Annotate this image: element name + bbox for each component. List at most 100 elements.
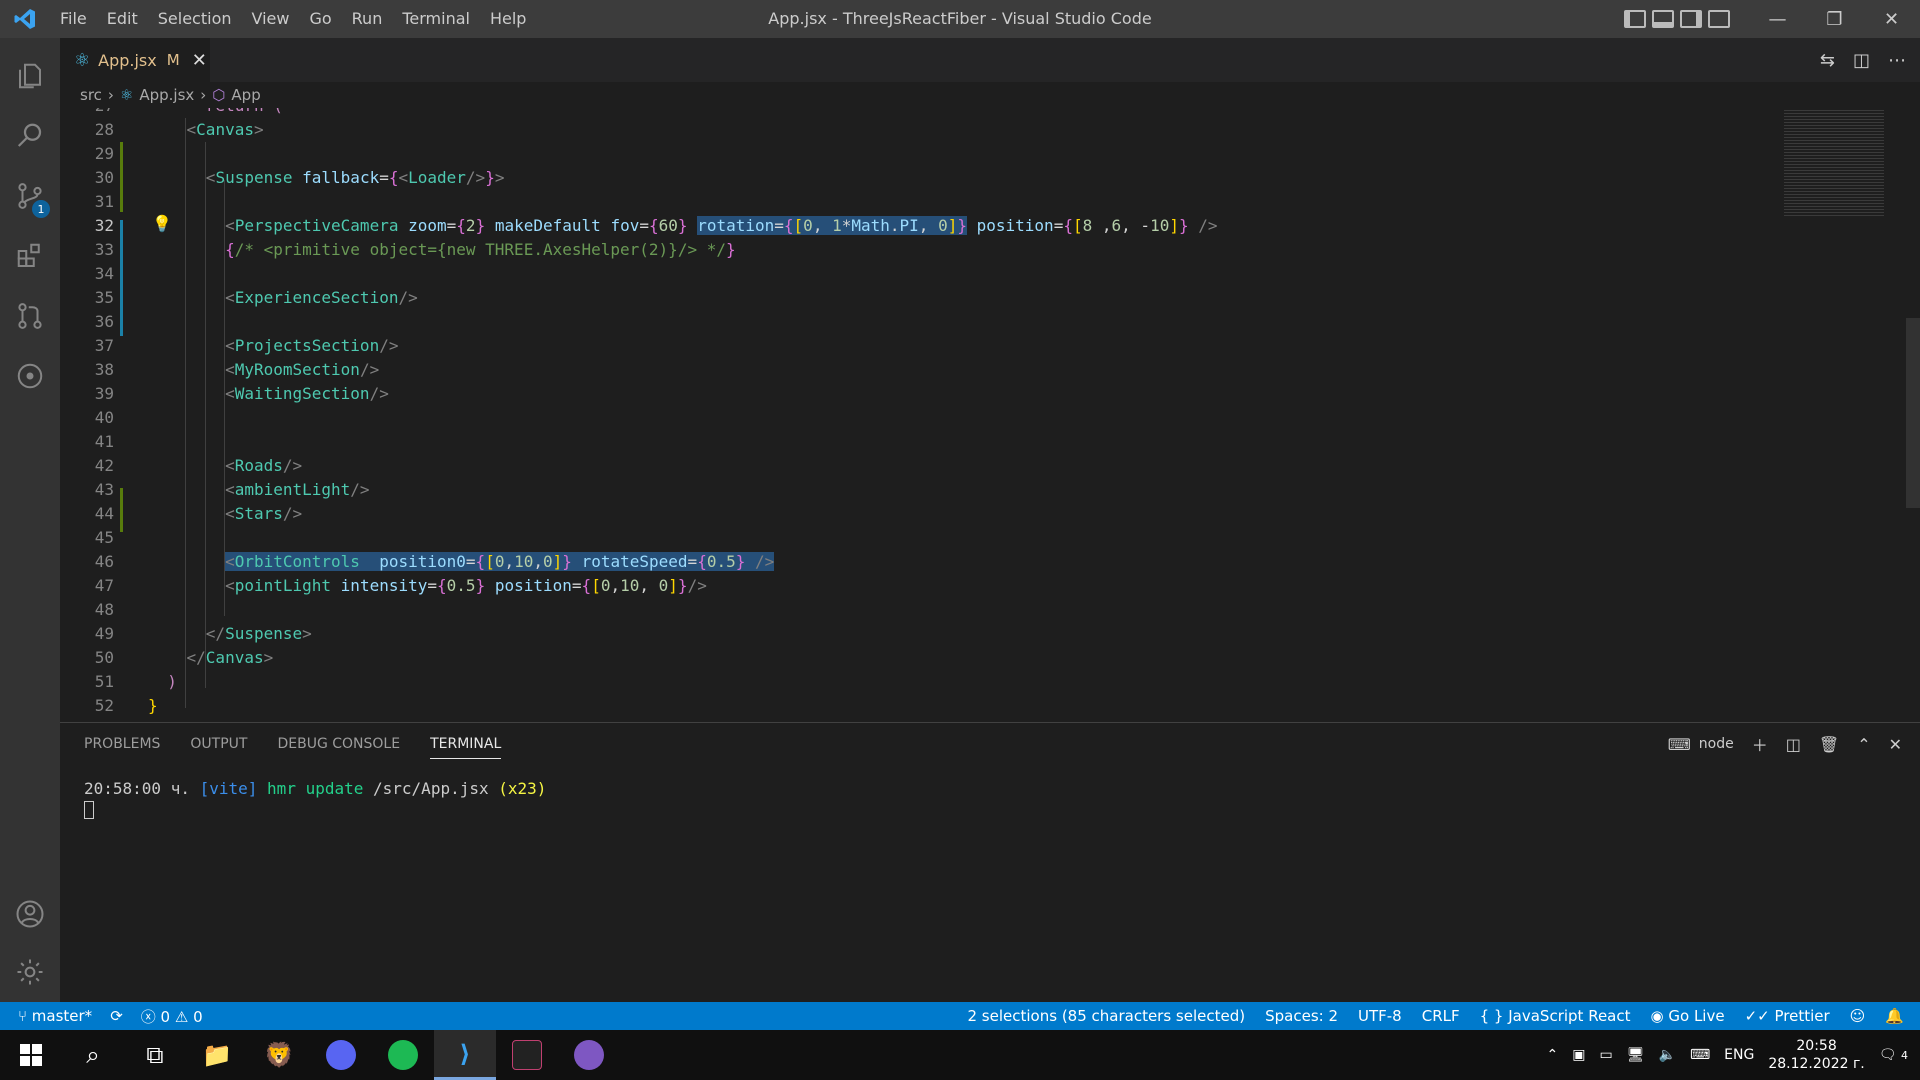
code-line[interactable]: 34: [60, 262, 1760, 286]
code-line[interactable]: 30 <Suspense fallback={<Loader/>}>: [60, 166, 1760, 190]
taskbar-search-icon[interactable]: ⌕: [62, 1030, 124, 1080]
breadcrumb-symbol[interactable]: App: [231, 86, 260, 104]
code-line[interactable]: 40: [60, 406, 1760, 430]
feedback-icon[interactable]: ☺: [1850, 1007, 1866, 1025]
close-panel-icon[interactable]: ✕: [1889, 735, 1902, 754]
battery-icon[interactable]: ▭: [1600, 1047, 1613, 1063]
indentation[interactable]: Spaces: 2: [1265, 1007, 1338, 1025]
sync-icon[interactable]: ⟳: [110, 1007, 123, 1025]
toggle-panel-icon[interactable]: [1652, 10, 1674, 28]
vscode-taskbar-icon[interactable]: ⟩: [434, 1030, 496, 1080]
file-explorer-icon[interactable]: 📁: [186, 1030, 248, 1080]
selection-info[interactable]: 2 selections (85 characters selected): [968, 1007, 1246, 1025]
search-icon[interactable]: [0, 108, 60, 164]
code-line[interactable]: 33 {/* <primitive object={new THREE.Axes…: [60, 238, 1760, 262]
code-line[interactable]: 35 <ExperienceSection/>: [60, 286, 1760, 310]
code-line[interactable]: 31: [60, 190, 1760, 214]
code-line[interactable]: 42 <Roads/>: [60, 454, 1760, 478]
tab-terminal[interactable]: TERMINAL: [430, 736, 502, 759]
menu-item-run[interactable]: Run: [342, 0, 393, 38]
code-line[interactable]: 44 <Stars/>: [60, 502, 1760, 526]
display-icon[interactable]: ▣: [1572, 1047, 1585, 1063]
task-view-icon[interactable]: ⧉: [124, 1030, 186, 1080]
maximize-panel-icon[interactable]: ⌃: [1857, 735, 1870, 754]
code-line[interactable]: 49 </Suspense>: [60, 622, 1760, 646]
notifications-bell-icon[interactable]: 🔔: [1885, 1007, 1904, 1025]
volume-icon[interactable]: 🔈: [1659, 1047, 1676, 1063]
split-terminal-icon[interactable]: ◫: [1786, 735, 1801, 754]
code-line[interactable]: 28 <Canvas>: [60, 118, 1760, 142]
code-line[interactable]: 41: [60, 430, 1760, 454]
customize-layout-icon[interactable]: [1708, 10, 1730, 28]
discord-icon[interactable]: [310, 1030, 372, 1080]
new-terminal-icon[interactable]: ＋: [1752, 732, 1768, 756]
explorer-icon[interactable]: [0, 48, 60, 104]
line-ending[interactable]: CRLF: [1422, 1007, 1460, 1025]
show-hidden-icons-icon[interactable]: ⌃: [1547, 1047, 1559, 1063]
code-line[interactable]: 47 <pointLight intensity={0.5} position=…: [60, 574, 1760, 598]
menu-item-selection[interactable]: Selection: [148, 0, 242, 38]
terminal-app-icon[interactable]: [496, 1030, 558, 1080]
notification-center-icon[interactable]: 🗨 4: [1879, 1047, 1908, 1063]
prettier-button[interactable]: ✓✓ Prettier: [1745, 1007, 1830, 1025]
network-icon[interactable]: 🖥: [1627, 1047, 1645, 1063]
source-control-icon[interactable]: 1: [0, 168, 60, 224]
extensions-icon[interactable]: [0, 228, 60, 284]
code-line[interactable]: 48: [60, 598, 1760, 622]
input-language[interactable]: ENG: [1724, 1047, 1754, 1063]
tab-problems[interactable]: PROBLEMS: [84, 736, 160, 752]
code-line[interactable]: 39 <WaitingSection/>: [60, 382, 1760, 406]
go-live-button[interactable]: ◉ Go Live: [1651, 1007, 1725, 1025]
code-line[interactable]: 32 <PerspectiveCamera zoom={2} makeDefau…: [60, 214, 1760, 238]
restore-button[interactable]: ❐: [1806, 0, 1863, 38]
terminal-output[interactable]: 20:58:00 ч. [vite] hmr update /src/App.j…: [84, 779, 546, 798]
kill-terminal-icon[interactable]: 🗑: [1819, 735, 1839, 754]
tab-app-jsx[interactable]: ⚛ App.jsx M ✕: [60, 38, 210, 82]
code-line[interactable]: 51 ): [60, 670, 1760, 694]
menu-item-file[interactable]: File: [50, 0, 97, 38]
menu-item-help[interactable]: Help: [480, 0, 536, 38]
toggle-primary-sidebar-icon[interactable]: [1624, 10, 1646, 28]
open-changes-icon[interactable]: ⇆: [1820, 50, 1835, 71]
encoding[interactable]: UTF-8: [1358, 1007, 1402, 1025]
code-line[interactable]: 45: [60, 526, 1760, 550]
code-line[interactable]: 27 return (: [60, 108, 1760, 118]
split-editor-icon[interactable]: ◫: [1853, 50, 1870, 71]
code-line[interactable]: 37 <ProjectsSection/>: [60, 334, 1760, 358]
pull-requests-icon[interactable]: [0, 288, 60, 344]
menu-item-terminal[interactable]: Terminal: [392, 0, 480, 38]
keyboard-icon[interactable]: ⌨: [1690, 1047, 1710, 1063]
account-icon[interactable]: [0, 886, 60, 942]
tab-debug-console[interactable]: DEBUG CONSOLE: [277, 736, 400, 752]
tab-output[interactable]: OUTPUT: [190, 736, 247, 752]
code-line[interactable]: 52}: [60, 694, 1760, 718]
code-editor[interactable]: 💡 27 return (28 <Canvas>2930 <Suspense f…: [60, 108, 1920, 722]
code-line[interactable]: 29: [60, 142, 1760, 166]
language-mode[interactable]: { } JavaScript React: [1480, 1007, 1631, 1025]
settings-gear-icon[interactable]: [0, 944, 60, 1000]
minimize-button[interactable]: —: [1749, 0, 1806, 38]
menu-item-edit[interactable]: Edit: [97, 0, 148, 38]
github-desktop-icon[interactable]: [558, 1030, 620, 1080]
code-line[interactable]: 36: [60, 310, 1760, 334]
toggle-secondary-sidebar-icon[interactable]: [1680, 10, 1702, 28]
terminal-name[interactable]: node: [1699, 736, 1734, 752]
code-line[interactable]: 50 </Canvas>: [60, 646, 1760, 670]
breadcrumb-folder[interactable]: src: [80, 86, 102, 104]
remote-explorer-icon[interactable]: [0, 348, 60, 404]
minimap[interactable]: [1780, 108, 1890, 722]
system-clock[interactable]: 20:58 28.12.2022 г.: [1768, 1037, 1864, 1073]
menu-item-go[interactable]: Go: [299, 0, 341, 38]
code-line[interactable]: 38 <MyRoomSection/>: [60, 358, 1760, 382]
spotify-icon[interactable]: [372, 1030, 434, 1080]
close-tab-icon[interactable]: ✕: [192, 50, 207, 71]
menu-item-view[interactable]: View: [242, 0, 300, 38]
close-window-button[interactable]: ✕: [1863, 0, 1920, 38]
scrollbar-thumb[interactable]: [1906, 318, 1920, 508]
problems-indicator[interactable]: ⓧ 0 ⚠ 0: [141, 1006, 203, 1027]
breadcrumb-file[interactable]: App.jsx: [139, 86, 194, 104]
editor-scrollbar[interactable]: [1906, 108, 1920, 722]
brave-browser-icon[interactable]: 🦁: [248, 1030, 310, 1080]
more-actions-icon[interactable]: ⋯: [1888, 50, 1906, 71]
windows-start-icon[interactable]: [0, 1030, 62, 1080]
